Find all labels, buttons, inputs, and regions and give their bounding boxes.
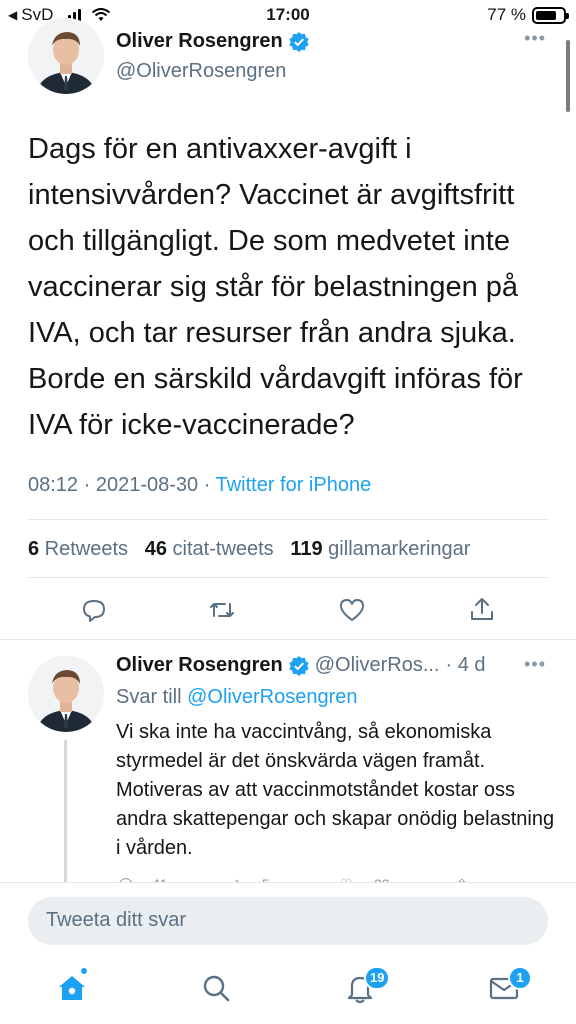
replying-prefix: Svar till bbox=[116, 686, 188, 708]
tweet-text: Dags för en antivaxxer-avgift i intensiv… bbox=[28, 133, 523, 441]
quotes-count: 46 bbox=[144, 538, 167, 560]
section-separator bbox=[0, 639, 576, 640]
reply-author-handle[interactable]: @OliverRos... bbox=[315, 654, 440, 677]
likes-count: 119 bbox=[290, 538, 323, 560]
like-heart-icon[interactable] bbox=[338, 596, 366, 624]
share-icon[interactable] bbox=[468, 595, 496, 623]
likes-label: gillamarkeringar bbox=[322, 538, 471, 560]
reply-author-name[interactable]: Oliver Rosengren bbox=[116, 654, 283, 677]
home-new-content-dot bbox=[79, 966, 89, 976]
divider bbox=[28, 577, 548, 578]
verified-badge-icon bbox=[289, 655, 309, 676]
reply-text: Vi ska inte ha vaccintvång, så ekonomisk… bbox=[116, 721, 555, 859]
tweet-time: 08:12 bbox=[28, 474, 79, 496]
meta-separator: · bbox=[198, 474, 216, 496]
tweet-actions bbox=[0, 592, 576, 628]
battery-percent: 77 % bbox=[487, 5, 526, 24]
divider bbox=[28, 519, 548, 520]
meta-separator: · bbox=[78, 474, 96, 496]
quotes-label: citat-tweets bbox=[166, 538, 274, 560]
author-name-row[interactable]: Oliver Rosengren bbox=[116, 30, 309, 53]
retweets-count: 6 bbox=[28, 538, 40, 560]
reply-author-avatar[interactable] bbox=[28, 656, 104, 732]
thread-line bbox=[64, 740, 67, 890]
replying-to-link[interactable]: @OliverRosengren bbox=[187, 686, 357, 708]
more-options-icon[interactable]: ••• bbox=[524, 28, 546, 49]
home-icon[interactable] bbox=[56, 972, 88, 1004]
likes-stat[interactable]: 119 gillamarkeringar bbox=[290, 538, 470, 560]
tweet-stats: 6 Retweets 46 citat-tweets 119 gillamark… bbox=[28, 538, 470, 561]
retweets-label: Retweets bbox=[39, 538, 129, 560]
reply-age: · 4 d bbox=[445, 654, 486, 676]
author-handle[interactable]: @OliverRosengren bbox=[116, 60, 286, 83]
notifications-badge: 19 bbox=[364, 966, 391, 990]
scrollbar[interactable] bbox=[566, 40, 570, 112]
battery-icon bbox=[532, 6, 569, 24]
tweet-meta: 08:12 · 2021-08-30 · Twitter for iPhone bbox=[28, 474, 371, 497]
reply-more-options-icon[interactable]: ••• bbox=[524, 654, 546, 675]
author-avatar[interactable] bbox=[28, 18, 104, 94]
tweet-source-link[interactable]: Twitter for iPhone bbox=[216, 474, 372, 496]
status-right: 77 % bbox=[487, 5, 569, 25]
reply-icon[interactable] bbox=[80, 596, 108, 624]
quotes-stat[interactable]: 46 citat-tweets bbox=[145, 538, 274, 560]
replying-to: Svar till @OliverRosengren bbox=[116, 686, 358, 709]
tweet-date: 2021-08-30 bbox=[95, 474, 199, 496]
reply-header: Oliver Rosengren @OliverRos... · 4 d bbox=[116, 654, 486, 677]
reply-compose-input[interactable]: Tweeta ditt svar bbox=[28, 897, 548, 945]
messages-badge: 1 bbox=[508, 966, 532, 990]
search-icon[interactable] bbox=[200, 972, 232, 1004]
retweet-icon[interactable] bbox=[208, 596, 236, 624]
tab-bar: 19 1 bbox=[0, 958, 576, 1024]
author-name[interactable]: Oliver Rosengren bbox=[116, 30, 283, 53]
compose-bar: Tweeta ditt svar bbox=[0, 882, 576, 958]
verified-badge-icon bbox=[289, 31, 309, 52]
retweets-stat[interactable]: 6 Retweets bbox=[28, 538, 128, 560]
